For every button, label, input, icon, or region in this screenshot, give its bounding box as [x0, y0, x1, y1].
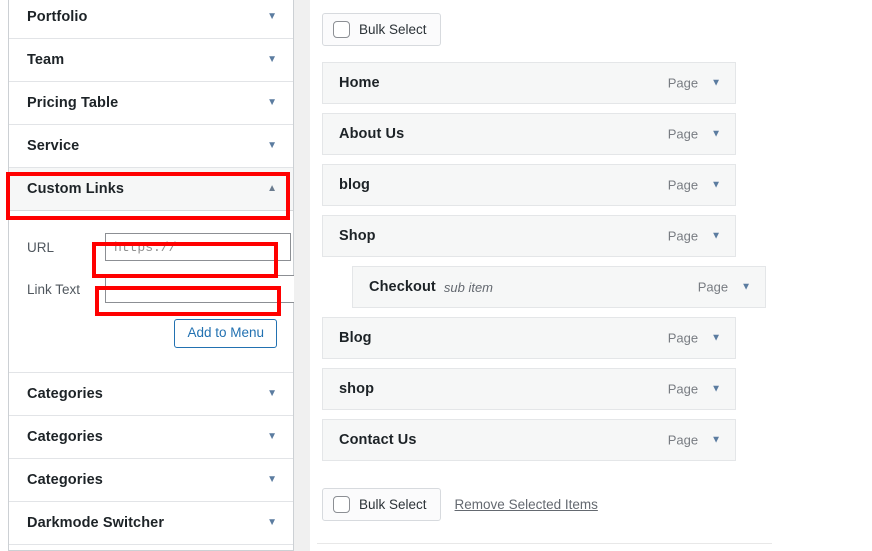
- accordion-item-portfolio[interactable]: Portfolio ▼: [9, 0, 293, 39]
- bulk-select-bar-bottom: Bulk Select Remove Selected Items: [322, 488, 598, 521]
- menu-item-row[interactable]: About Us Page ▼: [322, 113, 736, 155]
- menu-item-title: Blog: [339, 330, 372, 346]
- menu-item-title: shop: [339, 381, 375, 397]
- link-text-form-row: Link Text: [27, 275, 299, 303]
- menu-item-meta: Page ▼: [698, 280, 751, 295]
- menu-item-title: Checkout: [369, 279, 436, 295]
- chevron-down-icon[interactable]: ▼: [267, 518, 277, 528]
- menu-item-type-label: Page: [667, 126, 699, 142]
- chevron-down-icon[interactable]: ▼: [711, 231, 721, 241]
- menu-item-type-label: Page: [667, 177, 699, 193]
- accordion-item-label: Darkmode Switcher: [27, 515, 165, 531]
- menu-item-row[interactable]: Blog Page ▼: [322, 317, 736, 359]
- chevron-down-icon[interactable]: ▼: [267, 55, 277, 65]
- bulk-select-button-top[interactable]: Bulk Select: [322, 13, 441, 46]
- link-text-input[interactable]: [105, 275, 299, 303]
- custom-links-form: URL Link Text Add to Menu: [9, 211, 299, 373]
- accordion-item-custom-links[interactable]: Custom Links ▲: [9, 168, 293, 211]
- menu-item-type-label: Page: [667, 381, 699, 397]
- accordion-item-darkmode-switcher[interactable]: Darkmode Switcher ▼: [9, 502, 293, 545]
- menu-item-type-label: Page: [667, 330, 699, 346]
- menu-item-row[interactable]: Contact Us Page ▼: [322, 419, 736, 461]
- menu-item-meta: Page ▼: [668, 433, 721, 448]
- url-label: URL: [27, 239, 55, 255]
- menu-item-row[interactable]: Home Page ▼: [322, 62, 736, 104]
- accordion-item-categories[interactable]: Categories ▼: [9, 459, 293, 502]
- chevron-down-icon[interactable]: ▼: [741, 282, 751, 292]
- chevron-down-icon[interactable]: ▼: [267, 12, 277, 22]
- bulk-select-label-top: Bulk Select: [359, 21, 427, 37]
- chevron-down-icon[interactable]: ▼: [711, 129, 721, 139]
- add-to-menu-button[interactable]: Add to Menu: [174, 319, 277, 348]
- chevron-down-icon[interactable]: ▼: [267, 98, 277, 108]
- accordion-item-service[interactable]: Service ▼: [9, 125, 293, 168]
- accordion-item-label: Categories: [27, 429, 103, 445]
- chevron-down-icon[interactable]: ▼: [267, 432, 277, 442]
- chevron-down-icon[interactable]: ▼: [267, 141, 277, 151]
- checkbox-icon[interactable]: [333, 496, 350, 513]
- menu-structure-panel: Bulk Select Home Page ▼ About Us Page ▼ blog Pa…: [310, 0, 872, 551]
- menu-item-title: About Us: [339, 126, 405, 142]
- chevron-down-icon[interactable]: ▼: [711, 435, 721, 445]
- chevron-down-icon[interactable]: ▼: [711, 384, 721, 394]
- accordion-item-label: Service: [27, 138, 80, 154]
- menu-item-row[interactable]: Shop Page ▼: [322, 215, 736, 257]
- bulk-select-label-bottom: Bulk Select: [359, 496, 427, 512]
- menu-item-type-label: Page: [667, 432, 699, 448]
- bulk-select-bar-top: Bulk Select: [322, 13, 441, 46]
- menu-item-title: Home: [339, 75, 380, 91]
- accordion-item-categories[interactable]: Categories ▼: [9, 416, 293, 459]
- url-form-row: URL: [27, 233, 291, 261]
- accordion-item-label: Categories: [27, 386, 103, 402]
- accordion-item-label: Portfolio: [27, 9, 88, 25]
- bulk-select-button-bottom[interactable]: Bulk Select: [322, 488, 441, 521]
- menu-item-type-label: Page: [667, 75, 699, 91]
- menu-item-row[interactable]: blog Page ▼: [322, 164, 736, 206]
- bottom-divider: [317, 543, 772, 544]
- menu-item-sources-panel: Portfolio ▼ Team ▼ Pricing Table ▼ Service ▼ Cus…: [8, 0, 299, 551]
- chevron-down-icon[interactable]: ▼: [711, 333, 721, 343]
- checkbox-icon[interactable]: [333, 21, 350, 38]
- menu-item-meta: Page ▼: [668, 331, 721, 346]
- chevron-down-icon[interactable]: ▼: [711, 78, 721, 88]
- menu-item-title: Shop: [339, 228, 376, 244]
- accordion-item-label: Custom Links: [27, 181, 125, 197]
- accordion-item-team[interactable]: Team ▼: [9, 39, 293, 82]
- menu-item-type-label: Page: [697, 279, 729, 295]
- panel-gutter: [294, 0, 310, 551]
- menu-item-type-label: Page: [667, 228, 699, 244]
- menu-items-list: Home Page ▼ About Us Page ▼ blog Page ▼ Shop Page ▼…: [322, 62, 862, 470]
- menu-item-meta: Page ▼: [668, 76, 721, 91]
- accordion-item-categories[interactable]: Categories ▼: [9, 373, 293, 416]
- menu-item-title: Contact Us: [339, 432, 417, 448]
- accordion-item-pricing-table[interactable]: Pricing Table ▼: [9, 82, 293, 125]
- menu-item-row[interactable]: Checkout sub item Page ▼: [352, 266, 766, 308]
- accordion-item-label: Pricing Table: [27, 95, 119, 111]
- accordion-item-label: Team: [27, 52, 65, 68]
- menu-item-meta: Page ▼: [668, 229, 721, 244]
- chevron-down-icon[interactable]: ▼: [267, 389, 277, 399]
- sub-item-tag: sub item: [443, 279, 494, 295]
- accordion-item-label: Categories: [27, 472, 103, 488]
- chevron-up-icon[interactable]: ▲: [267, 184, 277, 194]
- menu-item-meta: Page ▼: [668, 178, 721, 193]
- chevron-down-icon[interactable]: ▼: [711, 180, 721, 190]
- menu-item-title: blog: [339, 177, 371, 193]
- remove-selected-items-link[interactable]: Remove Selected Items: [455, 497, 598, 512]
- form-actions: Add to Menu: [27, 319, 279, 348]
- accordion-list: Portfolio ▼ Team ▼ Pricing Table ▼ Service ▼ Cus…: [9, 0, 299, 545]
- url-input[interactable]: [105, 233, 291, 261]
- menu-item-meta: Page ▼: [668, 127, 721, 142]
- menu-item-meta: Page ▼: [668, 382, 721, 397]
- chevron-down-icon[interactable]: ▼: [267, 475, 277, 485]
- link-text-label: Link Text: [27, 281, 81, 297]
- menu-item-row[interactable]: shop Page ▼: [322, 368, 736, 410]
